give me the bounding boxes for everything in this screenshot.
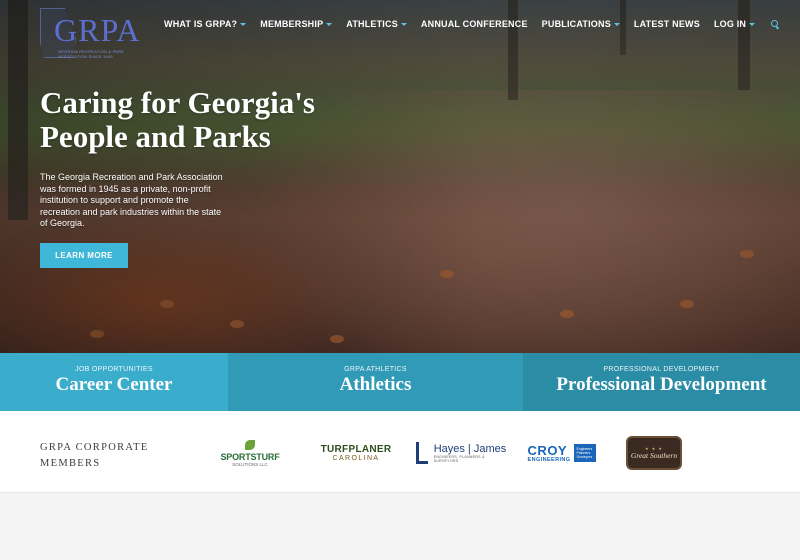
hero-banner: GRPA GEORGIA RECREATION & PARK ASSOCIATI… xyxy=(0,0,800,353)
sponsor-box: Engineers Planners Surveyors xyxy=(574,444,597,462)
page-lower-area xyxy=(0,494,800,560)
nav-label: PUBLICATIONS xyxy=(541,19,611,29)
nav-label: LATEST NEWS xyxy=(633,19,700,29)
sponsor-hayes-james[interactable]: Hayes | James ENGINEERS, PLANNERS & SURV… xyxy=(416,433,508,473)
nav-label: ANNUAL CONFERENCE xyxy=(420,19,528,29)
sponsor-sub: CAROLINA xyxy=(332,455,380,462)
nav-latest-news[interactable]: LATEST NEWS xyxy=(634,19,700,29)
sponsor-name: SPORTSTURF xyxy=(220,451,280,462)
chevron-down-icon xyxy=(613,22,620,26)
search-icon[interactable] xyxy=(771,20,779,28)
nav-label: WHAT IS GRPA? xyxy=(164,19,238,29)
members-heading-line: MEMBERS xyxy=(40,458,101,469)
sponsor-great-southern[interactable]: ★ ★ ★ Great Southern xyxy=(626,436,682,470)
nav-log-in[interactable]: LOG IN xyxy=(713,19,756,29)
tile-eyebrow: PROFESSIONAL DEVELOPMENT xyxy=(603,366,720,373)
leaf-icon xyxy=(245,439,255,450)
nav-athletics[interactable]: ATHLETICS xyxy=(346,19,407,29)
sponsor-sub: ENGINEERING xyxy=(527,456,571,463)
hero-intro: The Georgia Recreation and Park Associat… xyxy=(40,172,223,228)
corporate-members: GRPA CORPORATE MEMBERS SPORTSTURF SOLUTI… xyxy=(0,411,800,493)
tile-title: Athletics xyxy=(339,374,412,395)
nav-what-is-grpa[interactable]: WHAT IS GRPA? xyxy=(164,19,247,29)
sponsor-name: Great Southern xyxy=(630,451,678,460)
sponsor-sub: SOLUTIONS LLC xyxy=(232,461,268,467)
nav-label: LOG IN xyxy=(713,19,747,29)
sponsor-turfplaner[interactable]: TURFPLANER CAROLINA xyxy=(314,433,398,473)
members-heading: GRPA CORPORATE MEMBERS xyxy=(40,440,180,472)
tile-title: Professional Development xyxy=(556,374,767,395)
members-heading-line: GRPA CORPORATE xyxy=(40,442,149,453)
tile-title: Career Center xyxy=(55,374,173,395)
grpa-logo[interactable]: GRPA GEORGIA RECREATION & PARK ASSOCIATI… xyxy=(40,8,148,60)
sponsor-sportsturf[interactable]: SPORTSTURF SOLUTIONS LLC xyxy=(220,433,280,473)
hj-monogram-icon xyxy=(416,442,428,464)
sponsor-sub: ENGINEERS, PLANNERS & SURVEYORS xyxy=(433,455,485,463)
tile-eyebrow: GRPA ATHLETICS xyxy=(344,366,407,373)
chevron-down-icon xyxy=(749,22,756,26)
tile-eyebrow: JOB OPPORTUNITIES xyxy=(75,366,153,373)
sponsor-name: TURFPLANER xyxy=(320,444,392,455)
career-center-tile[interactable]: JOB OPPORTUNITIES Career Center xyxy=(0,353,228,411)
feature-band: JOB OPPORTUNITIES Career Center GRPA ATH… xyxy=(0,353,800,411)
chevron-down-icon xyxy=(326,22,333,26)
sponsor-croy[interactable]: CROY ENGINEERING Engineers Planners Surv… xyxy=(520,433,604,473)
nav-publications[interactable]: PUBLICATIONS xyxy=(542,19,620,29)
hero-headline: Caring for Georgia's People and Parks xyxy=(40,85,315,154)
chevron-down-icon xyxy=(240,22,247,26)
sponsor-name: CROY xyxy=(527,442,568,458)
main-nav: WHAT IS GRPA? MEMBERSHIP ATHLETICS ANNUA… xyxy=(164,18,779,30)
athletics-tile[interactable]: GRPA ATHLETICS Athletics xyxy=(228,353,523,411)
chevron-down-icon xyxy=(400,22,407,26)
professional-development-tile[interactable]: PROFESSIONAL DEVELOPMENT Professional De… xyxy=(523,353,800,411)
sponsor-name: Hayes | James xyxy=(433,443,507,455)
logo-tagline: GEORGIA RECREATION & PARK ASSOCIATION SI… xyxy=(58,49,124,59)
nav-label: ATHLETICS xyxy=(346,19,398,29)
learn-more-button[interactable]: LEARN MORE xyxy=(40,243,128,268)
logo-mark: GRPA xyxy=(54,12,141,48)
nav-annual-conference[interactable]: ANNUAL CONFERENCE xyxy=(421,19,528,29)
nav-membership[interactable]: MEMBERSHIP xyxy=(260,19,333,29)
nav-label: MEMBERSHIP xyxy=(260,19,324,29)
